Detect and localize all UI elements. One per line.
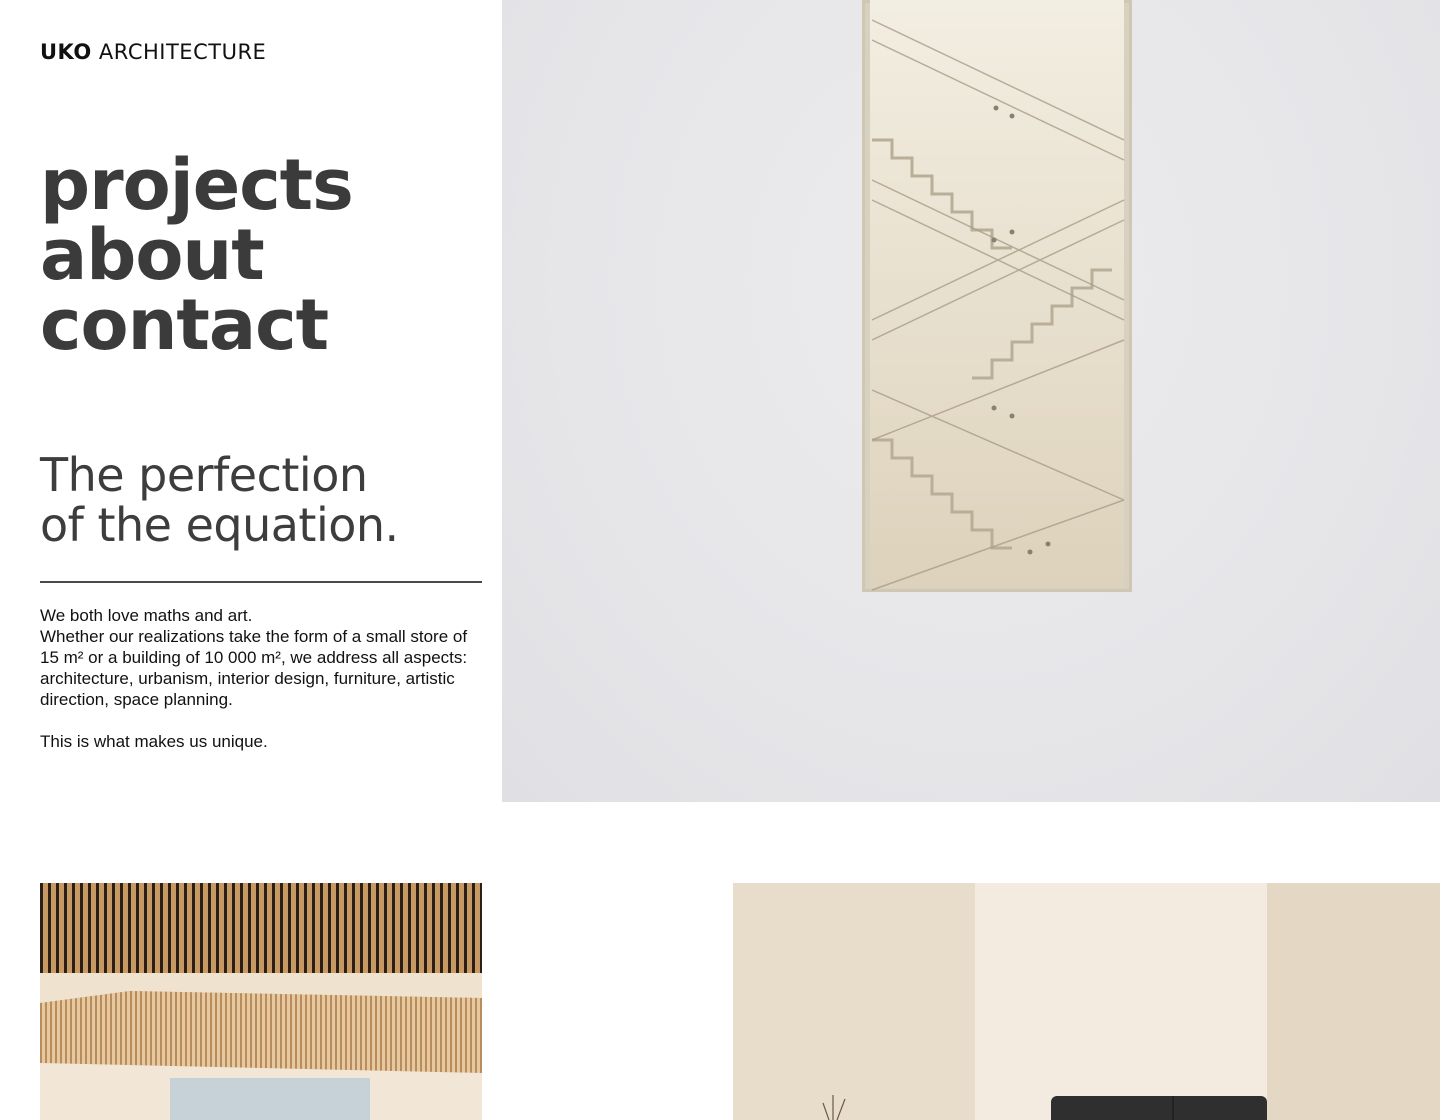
logo-brand-light: ARCHITECTURE bbox=[98, 40, 267, 64]
nav-projects-link[interactable]: projects bbox=[40, 150, 354, 220]
staircase-window-photo bbox=[862, 0, 1132, 592]
nav-about-link[interactable]: about bbox=[40, 220, 353, 290]
sofa-interior-photo bbox=[733, 883, 1440, 1120]
intro-line-1: We both love maths and art. bbox=[40, 606, 253, 625]
wooden-ceiling-atrium-photo bbox=[40, 883, 482, 1120]
logo-brand-bold: UKO bbox=[40, 40, 92, 64]
intro-paragraph: Whether our realizations take the form o… bbox=[40, 627, 468, 709]
section-divider bbox=[40, 581, 482, 583]
tagline-line-2: of the equation. bbox=[40, 498, 399, 552]
hero-image bbox=[502, 0, 1440, 802]
intro-closing: This is what makes us unique. bbox=[40, 732, 268, 751]
nav-contact-link[interactable]: contact bbox=[40, 290, 353, 360]
intro-text: We both love maths and art. Whether our … bbox=[40, 605, 482, 752]
main-nav: projects about contact bbox=[40, 150, 354, 360]
hero-tagline: The perfection of the equation. bbox=[40, 450, 490, 550]
tagline-line-1: The perfection bbox=[40, 448, 368, 502]
site-logo[interactable]: UKO ARCHITECTURE bbox=[40, 40, 266, 64]
